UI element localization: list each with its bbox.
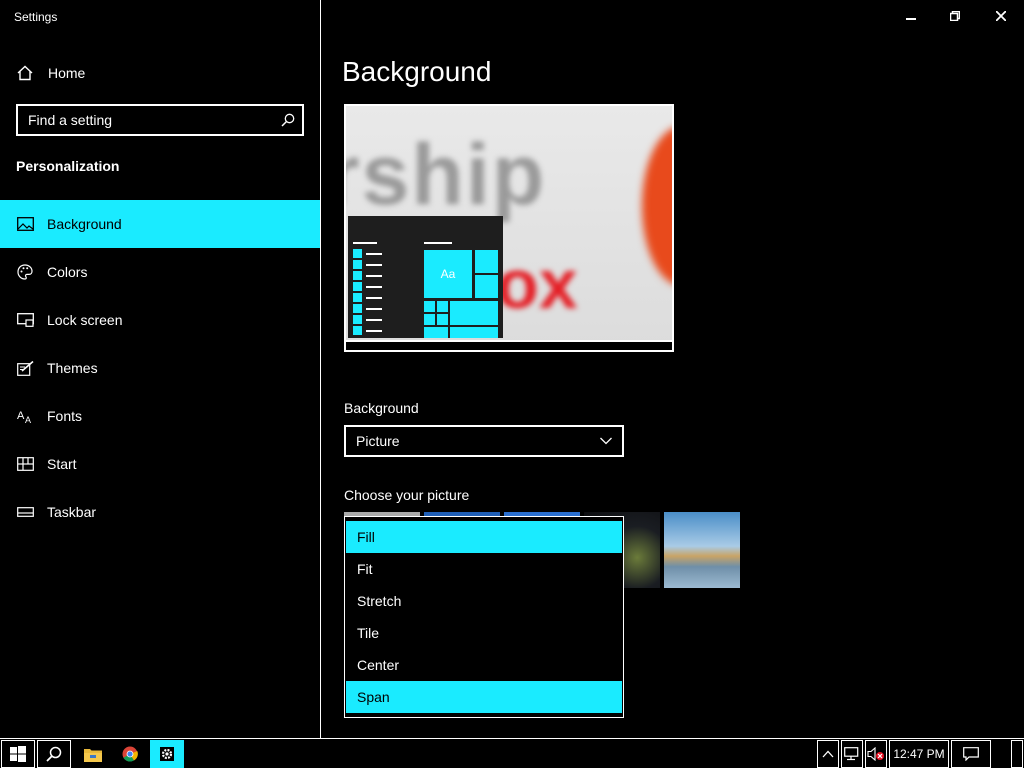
action-center-button[interactable]: [951, 740, 991, 768]
preview-wallpaper-shape: [642, 126, 672, 286]
preview-tile: [437, 314, 448, 325]
start-icon: [16, 455, 34, 473]
fit-option-tile[interactable]: Tile: [346, 617, 622, 649]
preview-tile: [424, 314, 435, 325]
preview-wallpaper: rship: [344, 127, 547, 223]
background-type-value: Picture: [356, 433, 400, 449]
volume-button[interactable]: [865, 740, 887, 768]
sidebar-item-fonts[interactable]: AA Fonts: [0, 392, 320, 440]
preview-tile: [450, 327, 498, 338]
settings-taskbar-button[interactable]: [150, 740, 184, 768]
preview-tile: [424, 327, 448, 338]
preview-start-menu: Aa: [348, 216, 503, 338]
close-icon: [996, 11, 1006, 21]
network-icon: [844, 747, 859, 761]
content-pane: Background rship ox Aa Background Pictur…: [321, 34, 1024, 738]
search-input[interactable]: [18, 112, 274, 128]
sidebar-item-lock-screen[interactable]: Lock screen: [0, 296, 320, 344]
fit-option-center[interactable]: Center: [346, 649, 622, 681]
sidebar-item-background[interactable]: Background: [0, 200, 320, 248]
chevron-up-icon: [822, 750, 834, 758]
home-icon: [16, 64, 34, 82]
sidebar-item-label: Themes: [47, 360, 98, 376]
close-button[interactable]: [978, 0, 1024, 32]
minimize-icon: [906, 18, 916, 20]
sidebar-item-label: Fonts: [47, 408, 83, 424]
preview-tile: [475, 275, 498, 298]
show-desktop-button[interactable]: [1011, 740, 1023, 768]
taskbar: 12:47 PM: [0, 738, 1024, 768]
volume-muted-icon: [867, 747, 884, 761]
brush-icon: [16, 359, 34, 377]
preview-tile: [475, 250, 498, 273]
page-title: Background: [342, 56, 492, 87]
preview-app-list: [353, 248, 382, 336]
background-type-label: Background: [344, 400, 419, 416]
picture-icon: [16, 215, 34, 233]
preview-line: [424, 242, 452, 244]
chrome-icon: [122, 746, 138, 762]
fit-option-fit[interactable]: Fit: [346, 553, 622, 585]
sidebar-item-themes[interactable]: Themes: [0, 344, 320, 392]
sidebar-nav: Background Colors Lock screen Themes A A…: [0, 200, 320, 536]
background-preview: rship ox Aa: [344, 104, 674, 352]
search-icon[interactable]: [274, 106, 302, 134]
sidebar-item-colors[interactable]: Colors: [0, 248, 320, 296]
preview-tile: [424, 301, 435, 312]
clock[interactable]: 12:47 PM: [889, 740, 949, 768]
minimize-button[interactable]: [888, 0, 934, 32]
search-icon: [46, 746, 62, 762]
taskbar-icon: [16, 503, 34, 521]
search-box[interactable]: [16, 104, 304, 136]
window-title: Settings: [14, 10, 58, 24]
sidebar-item-label: Lock screen: [47, 312, 123, 328]
chevron-down-icon: [600, 437, 612, 445]
choose-picture-label: Choose your picture: [344, 487, 470, 503]
notification-icon: [963, 747, 979, 761]
fit-option-stretch[interactable]: Stretch: [346, 585, 622, 617]
chrome-button[interactable]: [113, 740, 147, 768]
section-title: Personalization: [16, 158, 120, 174]
restore-button[interactable]: [932, 0, 978, 32]
picture-thumbnail[interactable]: [664, 512, 740, 588]
home-link[interactable]: Home: [16, 62, 85, 84]
fit-option-fill[interactable]: Fill: [346, 521, 622, 553]
svg-text:A: A: [25, 415, 31, 424]
network-button[interactable]: [841, 740, 863, 768]
palette-icon: [16, 263, 34, 281]
file-explorer-button[interactable]: [76, 740, 110, 768]
preview-tile: Aa: [424, 250, 472, 298]
sidebar-item-label: Background: [47, 216, 122, 232]
restore-icon: [950, 11, 960, 21]
sidebar-item-taskbar[interactable]: Taskbar: [0, 488, 320, 536]
windows-logo-icon: [10, 746, 26, 762]
start-button[interactable]: [1, 740, 35, 768]
sidebar-item-label: Start: [47, 456, 77, 472]
preview-tile: [437, 301, 448, 312]
settings-window: Settings Home Personalization: [0, 0, 1024, 738]
font-icon: AA: [16, 407, 34, 425]
clock-time: 12:47 PM: [893, 747, 945, 761]
preview-wallpaper-text: ox: [496, 245, 578, 323]
home-label: Home: [48, 65, 86, 81]
search-button[interactable]: [37, 740, 71, 768]
svg-text:A: A: [17, 410, 25, 422]
lock-screen-icon: [16, 311, 34, 329]
preview-tile: [450, 301, 498, 325]
sidebar-item-label: Taskbar: [47, 504, 97, 520]
navigation-pane: Home Personalization Background Colors: [0, 34, 320, 738]
file-explorer-icon: [84, 748, 102, 762]
sidebar-item-label: Colors: [47, 264, 88, 280]
preview-line: [353, 242, 377, 244]
settings-icon: [160, 747, 174, 761]
show-hidden-icons-button[interactable]: [817, 740, 839, 768]
sidebar-item-start[interactable]: Start: [0, 440, 320, 488]
fit-option-span[interactable]: Span: [346, 681, 622, 713]
picture-fit-listbox[interactable]: Fill Fit Stretch Tile Center Span: [344, 516, 624, 718]
title-bar: Settings: [0, 0, 1024, 34]
preview-taskbar: [346, 340, 672, 350]
background-type-dropdown[interactable]: Picture: [344, 425, 624, 457]
